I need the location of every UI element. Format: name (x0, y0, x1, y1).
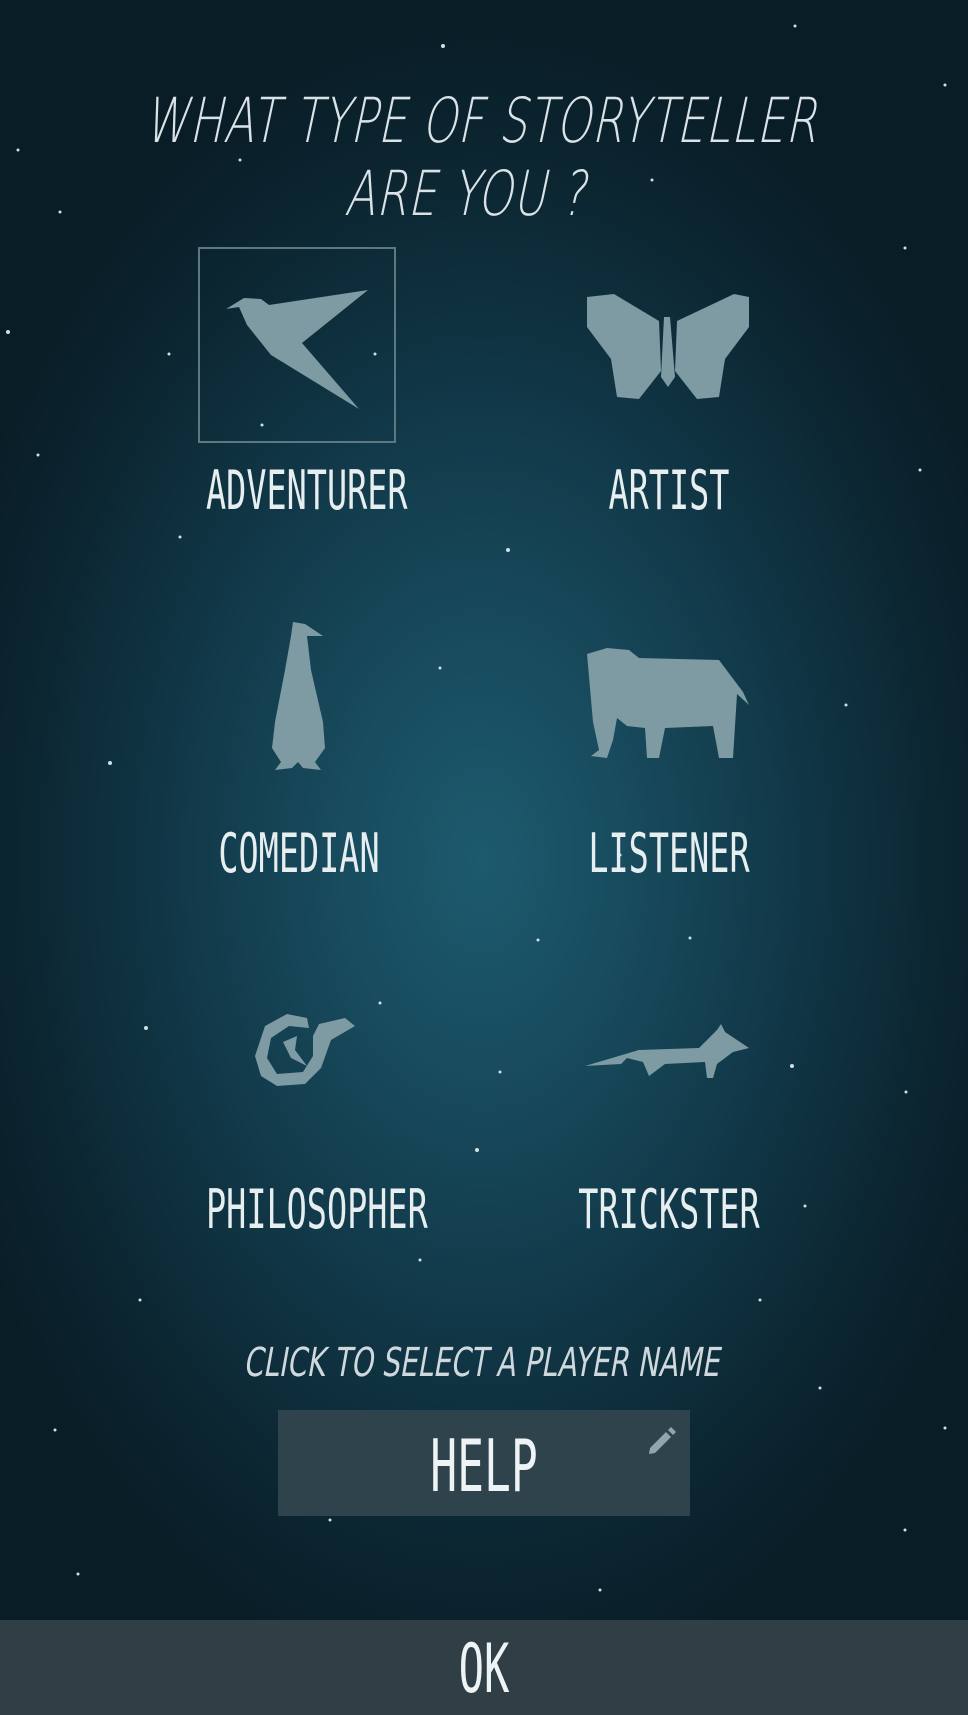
storyteller-label: COMEDIAN (218, 822, 380, 885)
storyteller-label: TRICKSTER (578, 1178, 760, 1241)
snake-icon (255, 1014, 355, 1086)
butterfly-icon (587, 294, 749, 399)
player-name-field[interactable]: HELP (278, 1410, 690, 1516)
pencil-icon[interactable] (644, 1424, 678, 1458)
storyteller-option-listener[interactable]: LISTENER (519, 610, 819, 910)
fox-icon (585, 1024, 749, 1078)
ok-label: OK (458, 1630, 510, 1709)
storyteller-label: ADVENTURER (206, 459, 408, 522)
storyteller-option-comedian[interactable]: COMEDIAN (149, 610, 449, 910)
storyteller-option-artist[interactable]: ARTIST (519, 247, 819, 547)
storyteller-label: ARTIST (608, 459, 730, 522)
bird-icon (226, 290, 368, 409)
penguin-icon (272, 622, 325, 770)
ok-button[interactable]: OK (0, 1620, 968, 1715)
storyteller-label: PHILOSOPHER (206, 1178, 428, 1241)
storyteller-option-adventurer[interactable]: ADVENTURER (149, 247, 449, 547)
storyteller-option-trickster[interactable]: TRICKSTER (519, 966, 819, 1266)
storyteller-label: LISTENER (588, 822, 750, 885)
storyteller-option-philosopher[interactable]: PHILOSOPHER (149, 966, 449, 1266)
elephant-icon (587, 648, 749, 758)
player-name-hint: CLICK TO SELECT A PLAYER NAME (241, 1340, 726, 1386)
player-name-value: HELP (430, 1424, 538, 1508)
